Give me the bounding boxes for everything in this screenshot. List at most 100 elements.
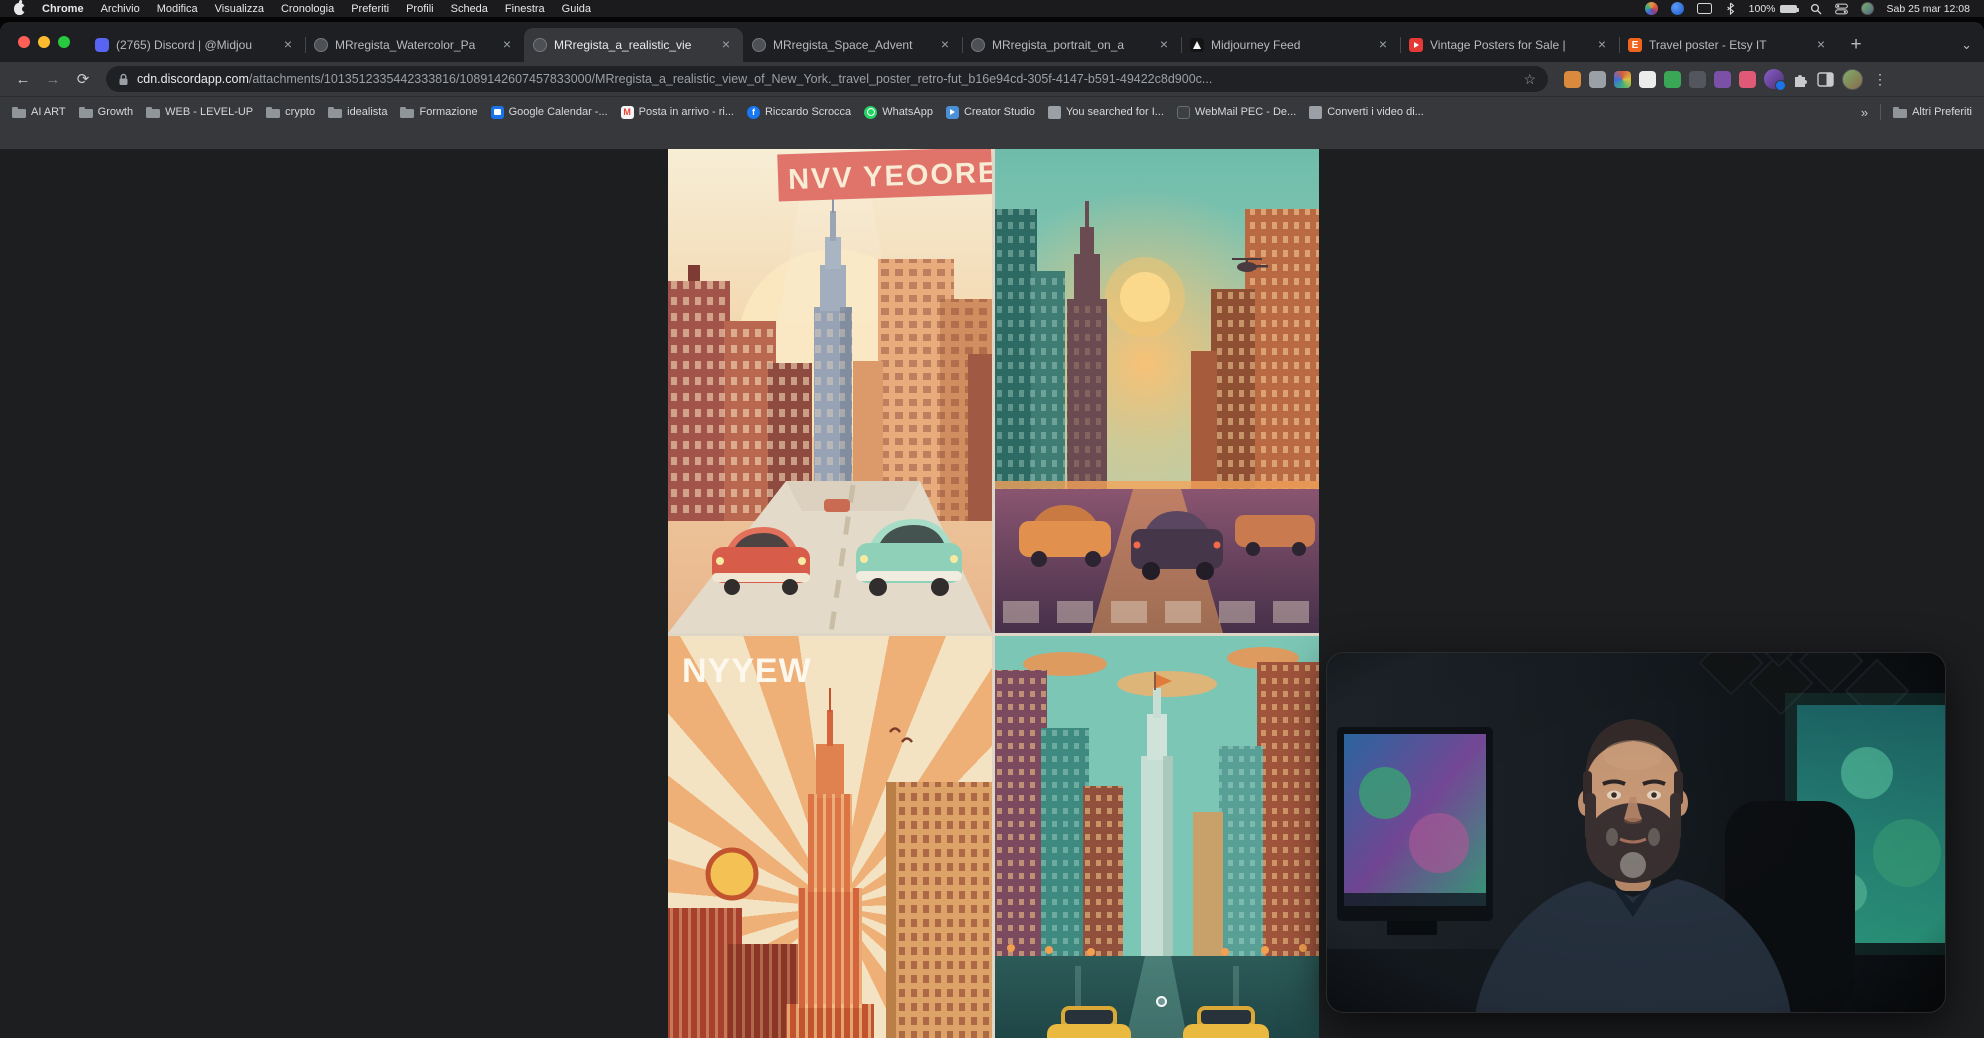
new-tab-button[interactable]: + <box>1842 31 1870 59</box>
folder-icon <box>328 106 342 119</box>
bookmark-gmail-inbox[interactable]: MPosta in arrivo - ri... <box>621 106 734 119</box>
tab-close-icon[interactable]: × <box>499 37 515 53</box>
menu-profili[interactable]: Profili <box>406 3 434 15</box>
bookmark-web-level-up[interactable]: WEB - LEVEL-UP <box>146 106 253 119</box>
tab-close-icon[interactable]: × <box>718 37 734 53</box>
folder-icon <box>1893 106 1907 119</box>
extension-icon-2[interactable] <box>1589 71 1606 88</box>
bookmark-google-calendar[interactable]: Google Calendar -... <box>491 106 608 119</box>
extensions-puzzle-icon[interactable] <box>1792 71 1809 88</box>
bookmark-crypto[interactable]: crypto <box>266 106 315 119</box>
extension-avatar-badge-icon[interactable] <box>1764 69 1784 89</box>
extension-icon-6[interactable] <box>1689 71 1706 88</box>
menu-cronologia[interactable]: Cronologia <box>281 3 334 15</box>
tab-etsy[interactable]: E Travel poster - Etsy IT × <box>1619 28 1838 62</box>
tab-close-icon[interactable]: × <box>1813 37 1829 53</box>
bookmark-ai-art[interactable]: AI ART <box>12 106 66 119</box>
macos-desktop: Chrome Archivio Modifica Visualizza Cron… <box>0 0 1984 1038</box>
minimize-window-button[interactable] <box>38 36 50 48</box>
menu-archivio[interactable]: Archivio <box>101 3 140 15</box>
image-favicon-icon <box>533 38 547 52</box>
bookmark-webmail-pec[interactable]: WebMail PEC - De... <box>1177 106 1296 119</box>
bookmark-idealista[interactable]: idealista <box>328 106 387 119</box>
bookmarks-overflow-chevron[interactable]: » <box>1861 105 1868 120</box>
menu-guida[interactable]: Guida <box>562 3 591 15</box>
bookmark-label: crypto <box>285 106 315 118</box>
bookmark-star-icon[interactable]: ☆ <box>1523 71 1536 88</box>
address-bar[interactable]: cdn.discordapp.com/attachments/101351233… <box>106 66 1548 92</box>
poster-new-york-bottom-right[interactable] <box>995 636 1319 1038</box>
tab-portrait[interactable]: MRregista_portrait_on_a × <box>962 28 1181 62</box>
tab-watercolor[interactable]: MRregista_Watercolor_Pa × <box>305 28 524 62</box>
bookmark-label: AI ART <box>31 106 66 118</box>
extension-icon-5[interactable] <box>1664 71 1681 88</box>
extension-icon-4[interactable] <box>1639 71 1656 88</box>
extension-icon-1[interactable] <box>1564 71 1581 88</box>
tab-realistic-view-active[interactable]: MRregista_a_realistic_vie × <box>524 28 743 62</box>
menu-finestra[interactable]: Finestra <box>505 3 545 15</box>
browser-menu-kebab-icon[interactable]: ⋮ <box>1871 71 1889 88</box>
control-center-icon[interactable] <box>1835 3 1848 15</box>
extension-icon-8[interactable] <box>1739 71 1756 88</box>
tab-discord[interactable]: (2765) Discord | @Midjou × <box>86 28 305 62</box>
tab-close-icon[interactable]: × <box>1594 37 1610 53</box>
image-favicon-icon <box>971 38 985 52</box>
bookmarks-right-group: » Altri Preferiti <box>1861 104 1972 120</box>
tab-title: MRregista_Watercolor_Pa <box>335 38 492 52</box>
zoom-window-button[interactable] <box>58 36 70 48</box>
tab-space-adventure[interactable]: MRregista_Space_Advent × <box>743 28 962 62</box>
menu-visualizza[interactable]: Visualizza <box>215 3 264 15</box>
bookmark-creator-studio[interactable]: Creator Studio <box>946 106 1035 119</box>
poster-new-york-bottom-left[interactable]: NYYEW <box>668 636 992 1038</box>
bookmark-formazione[interactable]: Formazione <box>400 106 477 119</box>
status-blue-app-icon[interactable] <box>1671 2 1684 15</box>
discord-favicon-icon <box>95 38 109 52</box>
menu-preferiti[interactable]: Preferiti <box>351 3 389 15</box>
menubar-clock[interactable]: Sab 25 mar 12:08 <box>1887 3 1970 15</box>
bookmark-you-searched[interactable]: You searched for I... <box>1048 106 1164 119</box>
status-app-icon[interactable] <box>1645 2 1658 15</box>
menu-scheda[interactable]: Scheda <box>451 3 488 15</box>
tab-close-icon[interactable]: × <box>1156 37 1172 53</box>
folder-icon <box>146 106 160 119</box>
tab-vintage-posters[interactable]: Vintage Posters for Sale | × <box>1400 28 1619 62</box>
battery-indicator[interactable]: 100% <box>1749 3 1797 15</box>
user-avatar-icon[interactable] <box>1861 2 1874 15</box>
spotlight-search-icon[interactable] <box>1810 3 1822 15</box>
menubar-status-area: 100% Sab 25 mar 12:08 <box>1645 2 1970 15</box>
menu-modifica[interactable]: Modifica <box>157 3 198 15</box>
url-text: cdn.discordapp.com/attachments/101351233… <box>137 72 1515 86</box>
extension-icon-3[interactable] <box>1614 71 1631 88</box>
extension-icon-7[interactable] <box>1714 71 1731 88</box>
browser-toolbar: ← → ⟳ cdn.discordapp.com/attachments/101… <box>0 62 1984 96</box>
bookmark-growth[interactable]: Growth <box>79 106 133 119</box>
reload-button[interactable]: ⟳ <box>70 66 96 92</box>
close-window-button[interactable] <box>18 36 30 48</box>
tab-close-icon[interactable]: × <box>280 37 296 53</box>
forward-button[interactable]: → <box>40 66 66 92</box>
tab-close-icon[interactable]: × <box>1375 37 1391 53</box>
tab-close-icon[interactable]: × <box>937 37 953 53</box>
poster-new-york-top-left[interactable]: NVV YEOORE <box>668 149 992 633</box>
profile-avatar[interactable] <box>1842 69 1863 90</box>
display-icon[interactable] <box>1697 3 1712 14</box>
bookmark-other-favorites[interactable]: Altri Preferiti <box>1893 106 1972 119</box>
bluetooth-icon[interactable] <box>1725 2 1736 15</box>
poster-title: NYYEW <box>682 652 812 690</box>
poster-new-york-top-right[interactable] <box>995 149 1319 633</box>
menu-app-name[interactable]: Chrome <box>42 3 84 15</box>
back-button[interactable]: ← <box>10 66 36 92</box>
tab-title: MRregista_a_realistic_vie <box>554 38 711 52</box>
bookmark-converti-video[interactable]: Converti i video di... <box>1309 106 1424 119</box>
bookmark-label: Creator Studio <box>964 106 1035 118</box>
split-view-icon[interactable] <box>1817 72 1834 87</box>
creator-studio-icon <box>946 106 959 119</box>
bookmark-whatsapp[interactable]: WhatsApp <box>864 106 933 119</box>
tab-midjourney-feed[interactable]: Midjourney Feed × <box>1181 28 1400 62</box>
bookmark-facebook-profile[interactable]: fRiccardo Scrocca <box>747 106 851 119</box>
url-domain: cdn.discordapp.com <box>137 72 249 86</box>
tab-title: Midjourney Feed <box>1211 38 1368 52</box>
apple-menu-icon[interactable] <box>14 3 25 15</box>
tab-search-chevron-icon[interactable]: ⌄ <box>1961 37 1972 53</box>
tabs-container: (2765) Discord | @Midjou × MRregista_Wat… <box>86 28 1838 62</box>
